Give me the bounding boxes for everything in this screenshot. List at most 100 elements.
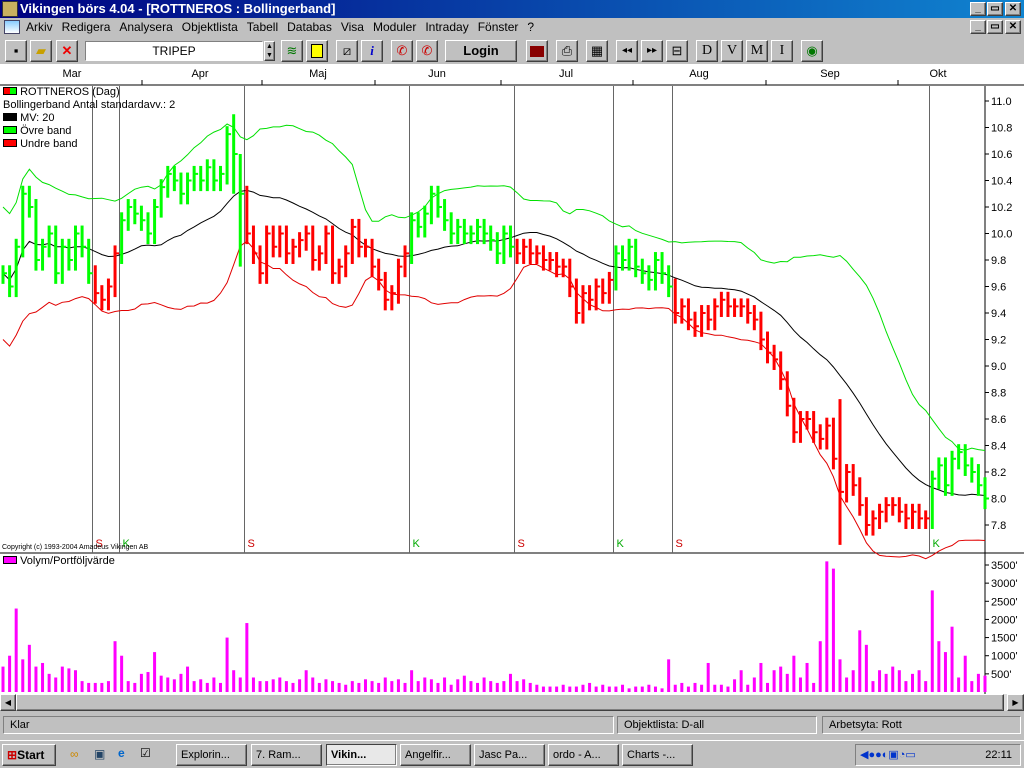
- minimize-button[interactable]: _: [970, 2, 986, 16]
- period-intraday-button[interactable]: I: [771, 40, 793, 62]
- menu-objektlista[interactable]: Objektlista: [182, 20, 238, 34]
- menu-visa[interactable]: Visa: [341, 20, 364, 34]
- menu-fonster[interactable]: Fönster: [478, 20, 519, 34]
- volume-bar: [106, 681, 110, 692]
- volume-bar: [179, 673, 183, 692]
- volume-tick-label: 3000': [991, 578, 1018, 590]
- legend-swatch-upper: [3, 126, 17, 134]
- doc-restore-button[interactable]: ▭: [987, 20, 1003, 34]
- volume-bar: [482, 677, 486, 692]
- menu-moduler[interactable]: Moduler: [373, 20, 416, 34]
- quicklaunch-icon-1[interactable]: ∞: [70, 747, 79, 761]
- split-view-icon[interactable]: ⊟: [666, 40, 688, 62]
- scroll-thumb[interactable]: [16, 694, 1004, 711]
- globe-icon[interactable]: ◉: [801, 40, 823, 62]
- task-ram[interactable]: 7. Ram...: [251, 744, 322, 766]
- menu-databas[interactable]: Databas: [287, 20, 332, 34]
- y-tick-label: 8.0: [991, 494, 1006, 506]
- close-button[interactable]: ✕: [1005, 2, 1021, 16]
- task-explorer[interactable]: Explorin...: [176, 744, 247, 766]
- volume-bar: [502, 681, 506, 692]
- money-icon[interactable]: ≋: [281, 40, 303, 62]
- menu-tabell[interactable]: Tabell: [247, 20, 278, 34]
- phone-icon[interactable]: ✆: [391, 40, 413, 62]
- chart-icon[interactable]: ⧄: [336, 40, 358, 62]
- y-tick-label: 9.4: [991, 308, 1006, 320]
- phone-lock-icon[interactable]: ✆: [416, 40, 438, 62]
- task-jasc[interactable]: Jasc Pa...: [474, 744, 545, 766]
- volume-bar: [653, 686, 657, 692]
- period-week-button[interactable]: V: [721, 40, 743, 62]
- volume-bar: [924, 681, 928, 692]
- open-folder-icon[interactable]: ▰: [30, 40, 52, 62]
- app-icon[interactable]: [2, 1, 18, 17]
- y-tick-label: 7.8: [991, 520, 1006, 532]
- volume-bar: [370, 681, 374, 692]
- quicklaunch-icon-4[interactable]: ☑: [140, 746, 151, 760]
- menu-redigera[interactable]: Redigera: [62, 20, 111, 34]
- volume-bar: [60, 666, 64, 692]
- volume-bar: [574, 686, 578, 692]
- y-tick-label: 10.2: [991, 202, 1012, 214]
- info-icon[interactable]: i: [361, 40, 383, 62]
- printer-icon[interactable]: ⎙: [556, 40, 578, 62]
- chart-area[interactable]: Mar Apr Maj Jun Jul Aug Sep Okt 11.0 10.8 10.6 10.4…: [0, 64, 1024, 694]
- login-button[interactable]: Login: [445, 40, 517, 62]
- legend-lower: Undre band: [20, 138, 78, 150]
- doc-close-button[interactable]: ✕: [1005, 20, 1021, 34]
- y-tick-label: 9.8: [991, 255, 1006, 267]
- tray-icons[interactable]: ◀●●◐▣◔▭: [860, 745, 916, 765]
- horizontal-scrollbar[interactable]: ◀ ▶: [0, 694, 1024, 711]
- y-tick-label: 8.8: [991, 388, 1006, 400]
- quicklaunch-icon-2[interactable]: ▣: [94, 747, 105, 761]
- menu-help[interactable]: ?: [527, 20, 534, 34]
- bollinger-chart[interactable]: Mar Apr Maj Jun Jul Aug Sep Okt 11.0 10.8 10.6 10.4…: [0, 64, 1024, 694]
- y-tick-label: 9.6: [991, 282, 1006, 294]
- volume-bar: [522, 679, 526, 692]
- volume-bar: [851, 670, 855, 692]
- period-month-button[interactable]: M: [746, 40, 768, 62]
- volume-bar: [416, 681, 420, 692]
- volume-bar: [298, 679, 302, 692]
- volume-bar: [232, 670, 236, 692]
- volume-bar: [891, 666, 895, 692]
- briefcase-icon[interactable]: [526, 40, 548, 62]
- legend-subtitle: Bollingerband Antal standardavv.: 2: [3, 99, 176, 111]
- delete-icon[interactable]: ✕: [56, 40, 78, 62]
- calculator-icon[interactable]: ▦: [586, 40, 608, 62]
- ticker-input[interactable]: TRIPEP: [85, 41, 263, 61]
- save-icon[interactable]: ▪: [5, 40, 27, 62]
- volume-bar: [304, 670, 308, 692]
- task-ordo[interactable]: ordo - A...: [548, 744, 619, 766]
- menu-analysera[interactable]: Analysera: [119, 20, 172, 34]
- scroll-forward-icon[interactable]: ▸▸: [641, 40, 663, 62]
- report-icon[interactable]: [306, 40, 328, 62]
- document-icon[interactable]: [4, 20, 20, 34]
- task-angelfire[interactable]: Angelfir...: [400, 744, 471, 766]
- signal-label-S: S: [248, 538, 255, 550]
- menu-arkiv[interactable]: Arkiv: [26, 20, 53, 34]
- doc-minimize-button[interactable]: _: [970, 20, 986, 34]
- scroll-back-icon[interactable]: ◂◂: [616, 40, 638, 62]
- month-label: Apr: [191, 68, 208, 80]
- menu-intraday[interactable]: Intraday: [425, 20, 468, 34]
- volume-bar: [212, 677, 216, 692]
- volume-bar: [917, 670, 921, 692]
- ie-icon[interactable]: e: [118, 746, 125, 760]
- scroll-right-button[interactable]: ▶: [1007, 694, 1024, 711]
- month-label: Maj: [309, 68, 327, 80]
- start-button[interactable]: ⊞Start: [2, 744, 56, 766]
- period-day-button[interactable]: D: [696, 40, 718, 62]
- volume-bar: [357, 682, 361, 692]
- y-tick-label: 8.4: [991, 441, 1006, 453]
- volume-bar: [350, 681, 354, 692]
- restore-button[interactable]: ▭: [987, 2, 1003, 16]
- volume-bar: [838, 659, 842, 692]
- ticker-spinner[interactable]: ▲ ▼: [264, 41, 275, 61]
- scroll-left-button[interactable]: ◀: [0, 694, 16, 711]
- task-charts[interactable]: Charts -...: [622, 744, 693, 766]
- volume-bar: [739, 670, 743, 692]
- task-vikingen[interactable]: Vikin...: [326, 744, 397, 766]
- volume-bar: [251, 677, 255, 692]
- volume-bar: [706, 662, 710, 692]
